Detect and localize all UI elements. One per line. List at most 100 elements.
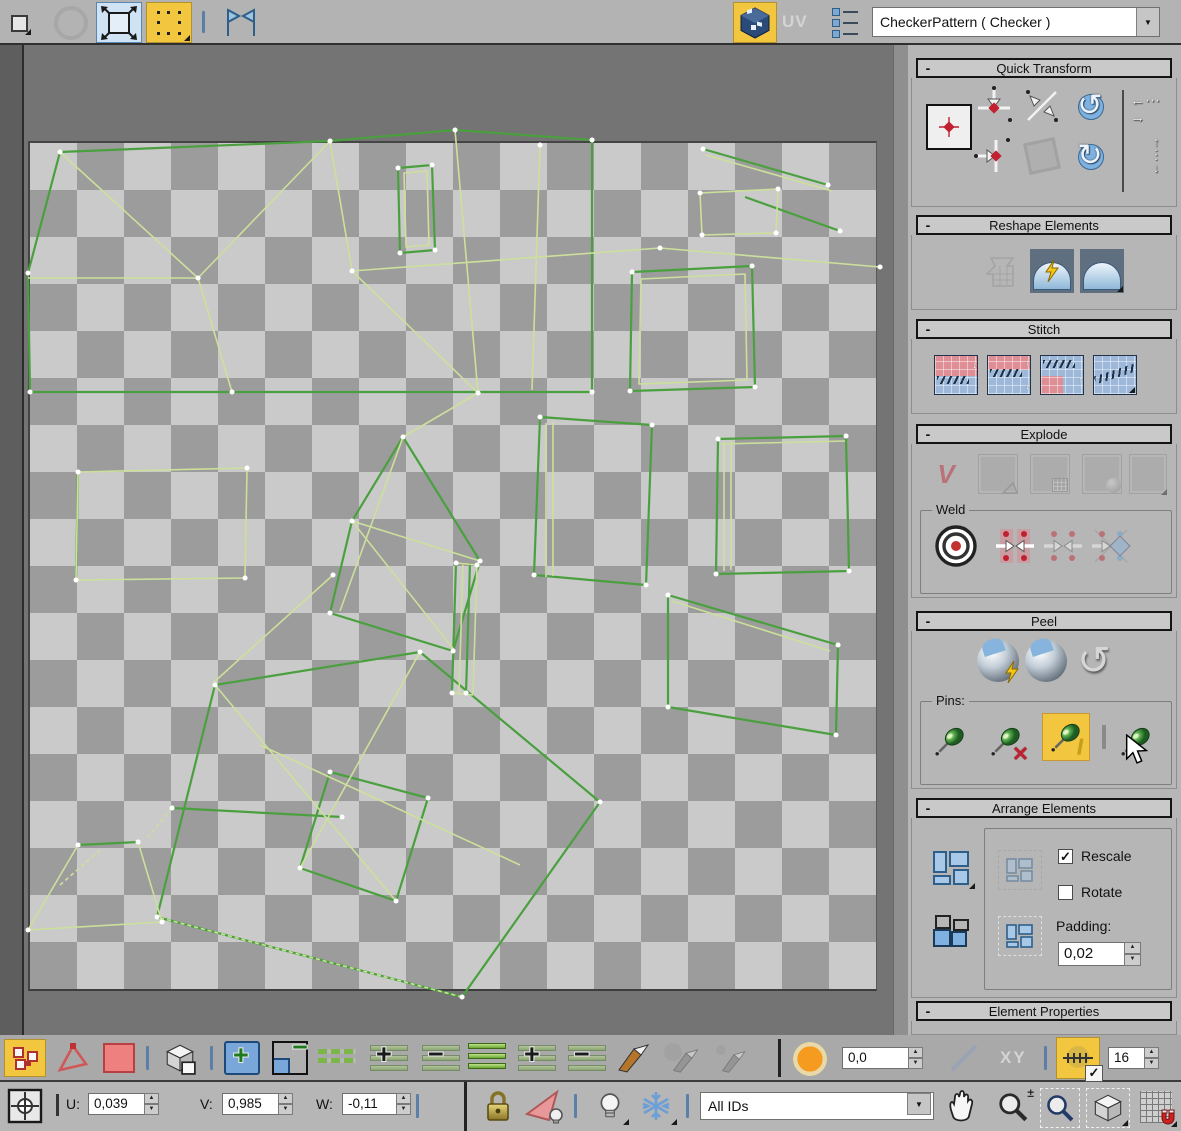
lock-selection-button[interactable]	[478, 1086, 518, 1126]
freeze-selected-button[interactable]	[634, 1086, 678, 1126]
texture-options-button[interactable]	[826, 6, 864, 39]
spin-down[interactable]: ▼	[396, 1104, 411, 1115]
collapse-icon[interactable]: -	[918, 801, 938, 815]
pan-button[interactable]	[940, 1086, 984, 1128]
rotate-cw-button[interactable]: ↻	[1068, 134, 1112, 178]
collapse-icon[interactable]: -	[918, 218, 938, 232]
edge-ring-button[interactable]	[468, 1043, 506, 1069]
spin-down[interactable]: ▼	[278, 1104, 293, 1115]
grow-paint-size-button[interactable]	[660, 1039, 704, 1077]
panel-splitter[interactable]	[893, 45, 909, 1035]
collapse-icon[interactable]: -	[918, 427, 938, 441]
zoom-button[interactable]: ±	[990, 1086, 1036, 1128]
w-field[interactable]: -0,11	[342, 1093, 396, 1115]
stitch-target-button[interactable]	[1093, 355, 1137, 395]
grow-ring-button[interactable]: +	[514, 1039, 560, 1077]
texture-select-dropdown[interactable]: CheckerPattern ( Checker ) ▼	[872, 7, 1160, 37]
shrink-loop-button[interactable]: −	[418, 1039, 464, 1077]
u-field[interactable]: 0,039	[88, 1093, 144, 1115]
snap-toggle-button[interactable]	[1134, 1086, 1178, 1128]
collapse-icon[interactable]: -	[918, 322, 938, 336]
falloff-space-button[interactable]: XY	[1000, 1048, 1027, 1068]
straighten-selection-button[interactable]	[980, 249, 1024, 293]
flatten-custom-button[interactable]	[1128, 452, 1168, 496]
flatten-by-material-button[interactable]	[1028, 452, 1072, 496]
pin-selected-button[interactable]	[930, 721, 970, 761]
edge-loop-button[interactable]	[318, 1049, 356, 1063]
filter-selected-faces-button[interactable]	[590, 1086, 630, 1126]
break-button[interactable]: V	[924, 452, 968, 496]
scale-tool-button[interactable]	[96, 2, 142, 43]
target-weld-button[interactable]	[934, 524, 978, 568]
unpin-selected-button[interactable]: ×	[986, 721, 1026, 761]
peel-mode-button[interactable]	[1024, 639, 1068, 683]
rotate-option[interactable]: Rotate	[1058, 884, 1122, 900]
relax-button[interactable]	[1080, 249, 1124, 293]
hide-selected-button[interactable]	[522, 1086, 568, 1126]
zoom-extents-button[interactable]	[1086, 1088, 1130, 1128]
shrink-ring-button[interactable]: −	[564, 1039, 610, 1077]
select-element-button[interactable]	[156, 1038, 204, 1078]
spin-up[interactable]: ▲	[1124, 942, 1141, 954]
align-horizontal-button[interactable]	[972, 84, 1016, 128]
falloff-type-button[interactable]	[944, 1039, 984, 1077]
uv-wireframe[interactable]	[0, 45, 908, 1035]
weld-pairs-button[interactable]	[1042, 526, 1084, 566]
stitch-custom-button[interactable]: ↓	[934, 355, 978, 395]
falloff-field[interactable]: 0,0	[842, 1047, 908, 1069]
dropdown-arrow-icon[interactable]: ▼	[1136, 8, 1159, 36]
grow-selection-button[interactable]: +	[220, 1039, 264, 1077]
spin-up[interactable]: ▲	[396, 1093, 411, 1104]
edge-mode-button[interactable]	[52, 1039, 94, 1077]
id-filter-dropdown[interactable]: All IDs ▼	[700, 1092, 934, 1120]
quick-peel-button[interactable]	[976, 639, 1020, 683]
grow-loop-button[interactable]: +	[366, 1039, 412, 1077]
rollout-header-peel[interactable]: - Peel	[916, 611, 1172, 631]
rescale-checkbox[interactable]: ✓	[1058, 849, 1073, 864]
edge-distance-button[interactable]: ✓	[1056, 1037, 1100, 1079]
space-horizontal-button[interactable]: ←⋯→	[1130, 86, 1174, 130]
shrink-paint-size-button[interactable]	[708, 1039, 752, 1077]
spin-up[interactable]: ▲	[144, 1093, 159, 1104]
rescale-option[interactable]: ✓ Rescale	[1058, 848, 1132, 864]
planar-align-button[interactable]	[1020, 134, 1064, 178]
rollout-header-reshape-elements[interactable]: - Reshape Elements	[916, 215, 1172, 235]
spin-up[interactable]: ▲	[278, 1093, 293, 1104]
uv-toggle-button[interactable]: UV	[782, 12, 808, 32]
flatten-by-smoothing-button[interactable]	[1080, 452, 1124, 496]
soft-selection-button[interactable]	[790, 1040, 830, 1078]
zoom-region-button[interactable]	[1040, 1088, 1080, 1128]
absolute-offset-button[interactable]	[4, 1086, 46, 1126]
flatten-by-angle-button[interactable]	[976, 452, 1020, 496]
spin-down[interactable]: ▼	[1124, 954, 1141, 966]
reset-peel-button[interactable]: ↺	[1072, 639, 1116, 683]
linear-align-button[interactable]	[1020, 84, 1064, 128]
stitch-source-button[interactable]: ↑ ↓	[987, 355, 1031, 395]
rollout-header-arrange-elements[interactable]: - Arrange Elements	[916, 798, 1172, 818]
vertex-mode-button[interactable]	[4, 1039, 46, 1077]
spin-down[interactable]: ▼	[144, 1104, 159, 1115]
spin-down[interactable]: ▼	[1144, 1058, 1159, 1069]
padding-field[interactable]: 0,02	[1058, 942, 1124, 966]
rotate-ccw-button[interactable]: ↺	[1068, 84, 1112, 128]
collapse-icon[interactable]: -	[918, 61, 938, 75]
align-vertical-button[interactable]	[972, 134, 1016, 178]
pack-normalize-button[interactable]	[928, 846, 976, 890]
spin-up[interactable]: ▲	[908, 1047, 923, 1058]
uv-viewport[interactable]	[0, 45, 908, 1035]
rollout-header-quick-transform[interactable]: - Quick Transform	[916, 58, 1172, 78]
rollout-header-explode[interactable]: - Explode	[916, 424, 1172, 444]
freeform-mode-button[interactable]	[146, 2, 192, 43]
mirror-tool-button[interactable]	[214, 4, 268, 42]
collapse-icon[interactable]: -	[918, 614, 938, 628]
move-selected-button[interactable]	[926, 104, 972, 150]
rearrange-selected-button[interactable]	[998, 916, 1042, 956]
dropdown-arrow-icon[interactable]: ▼	[907, 1093, 931, 1115]
stitch-average-button[interactable]: ↑	[1040, 355, 1084, 395]
pin-tool-button[interactable]: /	[1042, 713, 1090, 761]
space-vertical-button[interactable]: ↑⋮↓	[1134, 132, 1178, 176]
edge-distance-field[interactable]: 16	[1108, 1047, 1144, 1069]
rearrange-button[interactable]	[998, 850, 1042, 890]
window-options-icon[interactable]	[6, 10, 32, 36]
paint-select-button[interactable]	[612, 1039, 656, 1077]
